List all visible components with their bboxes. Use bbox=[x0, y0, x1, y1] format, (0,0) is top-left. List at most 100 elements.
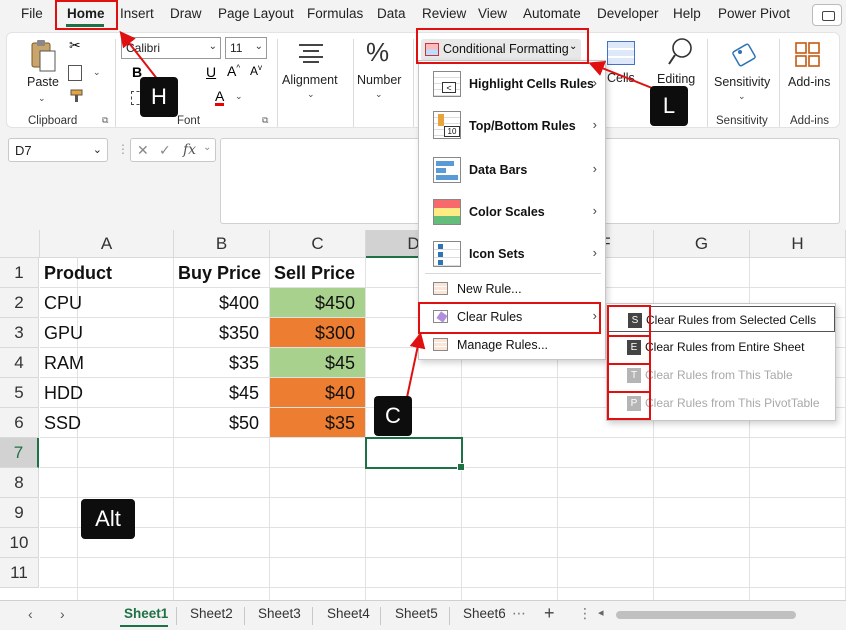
chevron-down-icon[interactable]: ⌄ bbox=[203, 142, 211, 153]
clipboard-launcher-icon[interactable]: ⧉ bbox=[102, 115, 108, 126]
cell-buy-price[interactable]: $45 bbox=[174, 378, 270, 408]
alignment-label[interactable]: Alignment bbox=[282, 73, 338, 87]
row-header[interactable]: 2 bbox=[0, 288, 39, 318]
copy-chevron-icon[interactable]: ⌄ bbox=[93, 67, 101, 78]
cell-sell-price[interactable]: $35 bbox=[270, 408, 366, 438]
cell-product[interactable]: RAM bbox=[40, 348, 174, 378]
more-sheets-icon[interactable]: ⋯ bbox=[512, 605, 526, 622]
cell-buy-price[interactable]: $35 bbox=[174, 348, 270, 378]
cells-icon[interactable] bbox=[607, 41, 635, 65]
row-header[interactable]: 1 bbox=[0, 258, 39, 288]
menu-item-color-scales[interactable]: Color Scales › bbox=[419, 197, 605, 227]
add-ins-icon[interactable] bbox=[794, 41, 822, 69]
cell-sell-price[interactable]: $450 bbox=[270, 288, 366, 318]
more-options-icon[interactable]: ⋮ bbox=[117, 142, 129, 156]
menu-item-highlight-cells-rules[interactable]: < Highlight Cells Rules › bbox=[419, 69, 605, 99]
cell-buy-price[interactable]: $400 bbox=[174, 288, 270, 318]
tab-review[interactable]: Review bbox=[422, 6, 466, 21]
selected-cell-d7[interactable] bbox=[365, 437, 465, 471]
cell-sell-price[interactable]: $40 bbox=[270, 378, 366, 408]
scroll-thumb[interactable] bbox=[616, 611, 796, 619]
tab-draw[interactable]: Draw bbox=[170, 6, 202, 21]
tab-insert[interactable]: Insert bbox=[120, 6, 154, 21]
number-chevron-icon[interactable]: ⌄ bbox=[375, 89, 383, 100]
paste-label[interactable]: Paste bbox=[27, 75, 59, 89]
tab-page-layout[interactable]: Page Layout bbox=[218, 6, 294, 21]
name-box[interactable]: D7 ⌄ bbox=[8, 138, 108, 162]
cell-buy-price[interactable]: $350 bbox=[174, 318, 270, 348]
cell-sell-price[interactable]: $300 bbox=[270, 318, 366, 348]
column-header-c[interactable]: C bbox=[270, 230, 366, 258]
tab-view[interactable]: View bbox=[478, 6, 507, 21]
font-color-icon[interactable]: A bbox=[215, 89, 225, 106]
cell-product[interactable]: CPU bbox=[40, 288, 174, 318]
row-header[interactable]: 8 bbox=[0, 468, 39, 498]
scroll-left-icon[interactable]: ◂ bbox=[598, 606, 604, 619]
tab-automate[interactable]: Automate bbox=[523, 6, 581, 21]
tab-power-pivot[interactable]: Power Pivot bbox=[718, 6, 790, 21]
paste-chevron-icon[interactable]: ⌄ bbox=[38, 93, 46, 104]
copy-icon[interactable] bbox=[68, 65, 82, 81]
alignment-icon[interactable] bbox=[298, 43, 324, 63]
percent-icon[interactable]: % bbox=[366, 37, 389, 68]
menu-item-manage-rules[interactable]: Manage Rules... bbox=[419, 335, 605, 357]
column-header-a[interactable]: A bbox=[40, 230, 174, 258]
row-header[interactable]: 3 bbox=[0, 318, 39, 348]
number-label[interactable]: Number bbox=[357, 73, 401, 87]
row-header[interactable]: 6 bbox=[0, 408, 39, 438]
comments-button[interactable] bbox=[812, 4, 842, 26]
sheet-tab-2[interactable]: Sheet2 bbox=[190, 606, 233, 621]
tab-help[interactable]: Help bbox=[673, 6, 701, 21]
tab-formulas[interactable]: Formulas bbox=[307, 6, 363, 21]
prev-sheet-icon[interactable]: ‹ bbox=[28, 606, 33, 622]
header-sell-price[interactable]: Sell Price bbox=[270, 258, 366, 288]
enter-icon[interactable]: ✓ bbox=[159, 142, 171, 159]
sheet-tab-1[interactable]: Sheet1 bbox=[124, 606, 168, 621]
sheet-tab-5[interactable]: Sheet5 bbox=[395, 606, 438, 621]
underline-button[interactable]: U bbox=[206, 64, 216, 80]
sensitivity-label[interactable]: Sensitivity bbox=[714, 75, 770, 89]
sheet-tab-3[interactable]: Sheet3 bbox=[258, 606, 301, 621]
alignment-chevron-icon[interactable]: ⌄ bbox=[307, 89, 315, 100]
format-painter-icon[interactable] bbox=[69, 89, 85, 103]
tabs-more-icon[interactable]: ⋮ bbox=[578, 605, 592, 622]
menu-item-data-bars[interactable]: Data Bars › bbox=[419, 155, 605, 185]
menu-item-new-rule[interactable]: New Rule... bbox=[419, 279, 605, 301]
header-buy-price[interactable]: Buy Price bbox=[174, 258, 270, 288]
tab-file[interactable]: File bbox=[21, 6, 43, 21]
font-size-combo[interactable]: 11 ⌄ bbox=[225, 37, 267, 59]
sensitivity-chevron-icon[interactable]: ⌄ bbox=[738, 91, 746, 102]
tab-data[interactable]: Data bbox=[377, 6, 406, 21]
tab-developer[interactable]: Developer bbox=[597, 6, 659, 21]
column-header-b[interactable]: B bbox=[174, 230, 270, 258]
row-header[interactable]: 5 bbox=[0, 378, 39, 408]
cell-product[interactable]: SSD bbox=[40, 408, 174, 438]
cell-product[interactable]: HDD bbox=[40, 378, 174, 408]
row-header[interactable]: 7 bbox=[0, 438, 39, 468]
font-name-combo[interactable]: Calibri ⌄ bbox=[121, 37, 221, 59]
decrease-font-icon[interactable]: Av bbox=[250, 63, 262, 78]
cells-label[interactable]: Cells bbox=[607, 71, 635, 85]
font-color-chevron-icon[interactable]: ⌄ bbox=[235, 91, 243, 102]
header-product[interactable]: Product bbox=[40, 258, 174, 288]
sheet-tab-6[interactable]: Sheet6 bbox=[463, 606, 505, 621]
find-magnifier-icon[interactable] bbox=[667, 37, 693, 67]
cancel-icon[interactable]: ✕ bbox=[137, 142, 149, 159]
next-sheet-icon[interactable]: › bbox=[60, 606, 65, 622]
editing-label[interactable]: Editing bbox=[657, 72, 695, 86]
sheet-tab-4[interactable]: Sheet4 bbox=[327, 606, 370, 621]
horizontal-scrollbar[interactable]: ◂ bbox=[596, 606, 842, 621]
paste-icon[interactable] bbox=[29, 39, 57, 73]
add-sheet-button[interactable]: + bbox=[544, 603, 555, 624]
menu-item-top-bottom-rules[interactable]: 10 Top/Bottom Rules › bbox=[419, 111, 605, 141]
column-header-g[interactable]: G bbox=[654, 230, 750, 258]
column-header-h[interactable]: H bbox=[750, 230, 846, 258]
add-ins-label[interactable]: Add-ins bbox=[788, 75, 830, 89]
row-header[interactable]: 9 bbox=[0, 498, 39, 528]
sensitivity-icon[interactable] bbox=[731, 39, 759, 67]
select-all-corner[interactable] bbox=[0, 230, 40, 258]
menu-item-icon-sets[interactable]: Icon Sets › bbox=[419, 239, 605, 269]
cut-icon[interactable]: ✂ bbox=[69, 37, 81, 54]
cell-buy-price[interactable]: $50 bbox=[174, 408, 270, 438]
cell-sell-price[interactable]: $45 bbox=[270, 348, 366, 378]
